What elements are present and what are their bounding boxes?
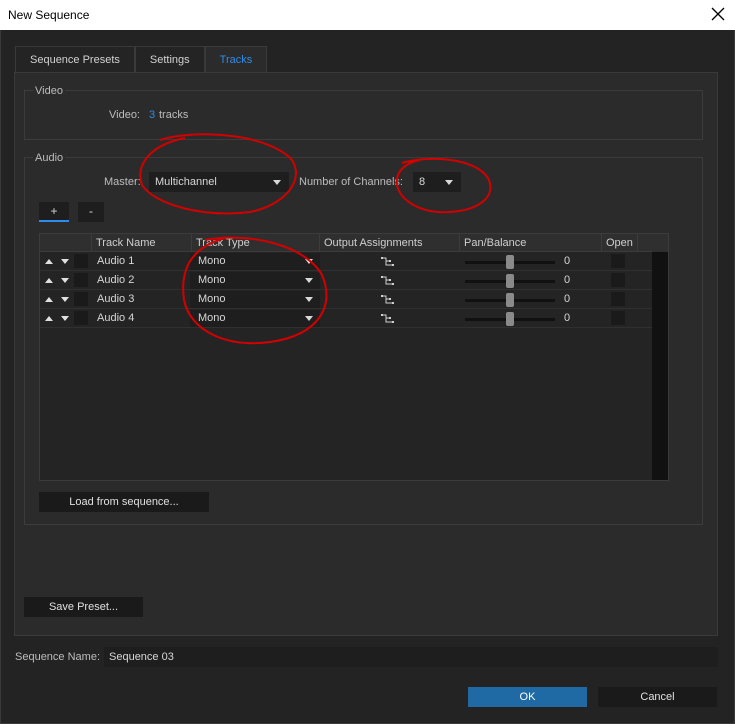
pan-value[interactable]: 0	[564, 290, 570, 309]
save-preset-button[interactable]: Save Preset...	[24, 597, 143, 617]
output-assign-icon[interactable]	[380, 312, 396, 325]
channels-dropdown[interactable]: 8	[413, 172, 461, 192]
video-tracks-suffix: tracks	[159, 109, 189, 121]
open-checkbox[interactable]	[611, 292, 625, 306]
output-assign-icon[interactable]	[380, 293, 396, 306]
audio-tracks-table: Track Name Track Type Output Assignments…	[39, 233, 669, 481]
tab-settings[interactable]: Settings	[134, 46, 205, 72]
track-color-swatch[interactable]	[74, 254, 88, 268]
arrow-up-icon[interactable]	[45, 278, 53, 283]
track-type-value: Mono	[198, 312, 226, 324]
tab-tracks[interactable]: Tracks	[204, 46, 268, 72]
col-output-assignments[interactable]: Output Assignments	[319, 234, 459, 252]
open-checkbox[interactable]	[611, 311, 625, 325]
pan-slider-knob[interactable]	[506, 274, 514, 288]
caret-down-icon	[305, 278, 313, 283]
table-header: Track Name Track Type Output Assignments…	[40, 234, 652, 252]
tab-sequence-presets[interactable]: Sequence Presets	[15, 46, 135, 72]
track-type-dropdown[interactable]: Mono	[190, 291, 320, 308]
pan-value[interactable]: 0	[564, 309, 570, 328]
col-track-type[interactable]: Track Type	[191, 234, 319, 252]
track-name[interactable]: Audio 2	[97, 271, 134, 290]
arrow-down-icon[interactable]	[61, 297, 69, 302]
arrow-up-icon[interactable]	[45, 259, 53, 264]
pan-slider-knob[interactable]	[506, 255, 514, 269]
table-row[interactable]: Audio 1 Mono 0	[40, 252, 652, 271]
col-pan-balance[interactable]: Pan/Balance	[459, 234, 601, 252]
channels-value: 8	[419, 176, 426, 188]
pan-slider-knob[interactable]	[506, 293, 514, 307]
track-name[interactable]: Audio 3	[97, 290, 134, 309]
col-open[interactable]: Open	[601, 234, 637, 252]
output-assign-icon[interactable]	[380, 274, 396, 287]
caret-down-icon	[305, 316, 313, 321]
table-row[interactable]: Audio 3 Mono 0	[40, 290, 652, 309]
caret-down-icon	[305, 297, 313, 302]
caret-down-icon	[305, 259, 313, 264]
track-name[interactable]: Audio 4	[97, 309, 134, 328]
window-title: New Sequence	[8, 8, 90, 22]
track-name[interactable]: Audio 1	[97, 252, 134, 271]
track-type-value: Mono	[198, 255, 226, 267]
open-checkbox[interactable]	[611, 273, 625, 287]
pan-value[interactable]: 0	[564, 271, 570, 290]
tab-bar: Sequence Presets Settings Tracks	[15, 46, 268, 72]
channels-label: Number of Channels:	[299, 176, 403, 188]
arrow-down-icon[interactable]	[61, 278, 69, 283]
scrollbar-header	[652, 234, 668, 252]
table-row[interactable]: Audio 4 Mono 0	[40, 309, 652, 328]
master-label: Master:	[104, 176, 141, 188]
track-color-swatch[interactable]	[74, 292, 88, 306]
master-value: Multichannel	[155, 176, 217, 188]
add-track-button[interactable]: +	[39, 202, 69, 222]
track-type-dropdown[interactable]: Mono	[190, 253, 320, 270]
caret-down-icon	[445, 180, 453, 185]
load-from-sequence-button[interactable]: Load from sequence...	[39, 492, 209, 512]
audio-group-label: Audio	[33, 152, 66, 164]
track-type-dropdown[interactable]: Mono	[190, 272, 320, 289]
pan-slider-knob[interactable]	[506, 312, 514, 326]
track-color-swatch[interactable]	[74, 311, 88, 325]
pan-value[interactable]: 0	[564, 252, 570, 271]
cancel-button[interactable]: Cancel	[598, 687, 717, 707]
arrow-down-icon[interactable]	[61, 259, 69, 264]
close-icon[interactable]	[709, 5, 727, 23]
col-track-name[interactable]: Track Name	[91, 234, 191, 252]
vertical-scrollbar[interactable]	[652, 252, 668, 480]
track-color-swatch[interactable]	[74, 273, 88, 287]
track-type-value: Mono	[198, 293, 226, 305]
col-spacer	[637, 234, 652, 252]
arrow-up-icon[interactable]	[45, 297, 53, 302]
track-type-dropdown[interactable]: Mono	[190, 310, 320, 327]
title-bar: New Sequence	[0, 0, 735, 30]
video-group-label: Video	[33, 85, 65, 97]
arrow-down-icon[interactable]	[61, 316, 69, 321]
video-field-label: Video:	[109, 109, 140, 121]
master-dropdown[interactable]: Multichannel	[149, 172, 289, 192]
sequence-name-label: Sequence Name:	[15, 651, 100, 663]
table-row[interactable]: Audio 2 Mono 0	[40, 271, 652, 290]
open-checkbox[interactable]	[611, 254, 625, 268]
ok-button[interactable]: OK	[468, 687, 587, 707]
video-track-count[interactable]: 3	[149, 109, 155, 121]
arrow-up-icon[interactable]	[45, 316, 53, 321]
remove-track-button[interactable]: -	[78, 202, 104, 222]
output-assign-icon[interactable]	[380, 255, 396, 268]
caret-down-icon	[273, 180, 281, 185]
track-type-value: Mono	[198, 274, 226, 286]
sequence-name-input[interactable]: Sequence 03	[104, 647, 718, 667]
